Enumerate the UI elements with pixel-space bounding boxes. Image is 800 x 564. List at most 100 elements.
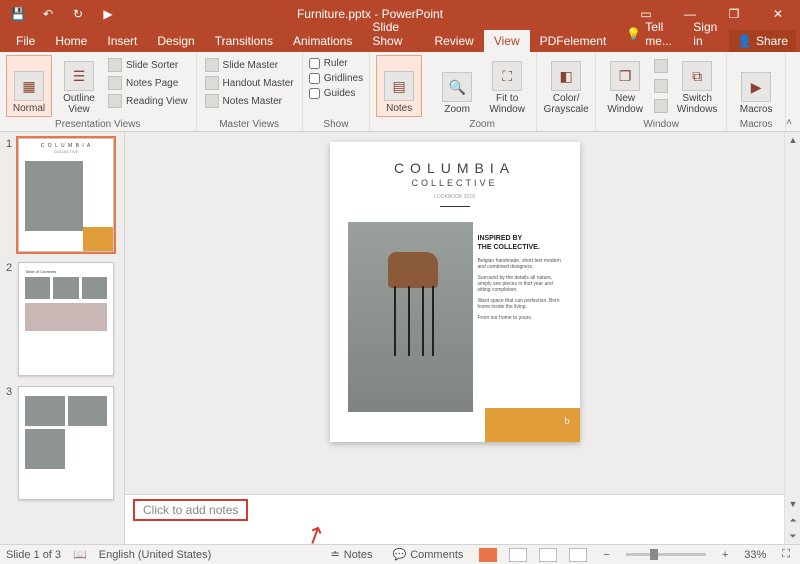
- move-split-button[interactable]: [652, 98, 670, 114]
- slide-thumbnails-pane[interactable]: 1 C O L U M B I ACOLLECTIVE 2 Table of C…: [0, 132, 125, 544]
- tab-home[interactable]: Home: [45, 30, 97, 52]
- cascade-button[interactable]: [652, 78, 670, 94]
- slide-master-button[interactable]: Slide Master: [203, 57, 296, 73]
- group-label: Presentation Views: [0, 119, 196, 130]
- new-window-button[interactable]: ❐New Window: [602, 55, 648, 117]
- tab-review[interactable]: Review: [424, 30, 483, 52]
- slide-thumbnail-3[interactable]: [18, 386, 114, 500]
- group-macros: ▶Macros Macros: [727, 52, 786, 131]
- tell-me-button[interactable]: 💡Tell me...: [616, 16, 683, 52]
- fit-window-icon: ⛶: [492, 61, 522, 91]
- group-zoom: 🔍Zoom ⛶Fit to Window Zoom: [428, 52, 537, 131]
- status-notes-button[interactable]: ≐Notes: [327, 548, 377, 561]
- collapse-ribbon-button[interactable]: ˄: [782, 115, 796, 129]
- tab-pdfelement[interactable]: PDFelement: [530, 30, 617, 52]
- notes-icon: ≐: [331, 548, 340, 561]
- slide-accent-band: [485, 408, 580, 442]
- share-icon: 👤: [737, 34, 752, 48]
- macros-button[interactable]: ▶Macros: [733, 55, 779, 117]
- color-grayscale-icon: ◧: [551, 61, 581, 91]
- group-label: Macros: [727, 119, 785, 130]
- fit-to-window-button[interactable]: ⛶Fit to Window: [484, 55, 530, 117]
- save-button[interactable]: 💾: [10, 6, 26, 22]
- zoom-in-button[interactable]: +: [718, 549, 732, 561]
- tab-insert[interactable]: Insert: [97, 30, 147, 52]
- redo-button[interactable]: ↻: [70, 6, 86, 22]
- reading-view-button[interactable]: Reading View: [106, 93, 190, 109]
- tab-animations[interactable]: Animations: [283, 30, 362, 52]
- reading-view-icon: [108, 94, 122, 108]
- normal-view-button[interactable]: ▦Normal: [6, 55, 52, 117]
- notes-placeholder[interactable]: Click to add notes: [133, 499, 248, 521]
- fit-to-window-status-button[interactable]: ⛶: [778, 548, 794, 561]
- vertical-scrollbar[interactable]: ▲ ▼ ⏶ ⏷: [784, 132, 800, 544]
- tab-view[interactable]: View: [484, 30, 530, 52]
- lightbulb-icon: 💡: [626, 27, 641, 41]
- start-from-beginning-button[interactable]: ▶: [100, 6, 116, 22]
- slide-lookbook: LOOKBOOK 2019: [330, 194, 580, 200]
- notes-master-icon: [205, 94, 219, 108]
- notes-pane[interactable]: Click to add notes ↗: [125, 494, 784, 544]
- ribbon-tabs: File Home Insert Design Transitions Anim…: [0, 28, 800, 52]
- group-master-views: Slide Master Handout Master Notes Master…: [197, 52, 303, 131]
- group-label: Master Views: [197, 119, 302, 130]
- current-slide[interactable]: COLUMBIA COLLECTIVE LOOKBOOK 2019 INSPIR…: [330, 142, 580, 442]
- zoom-button[interactable]: 🔍Zoom: [434, 55, 480, 117]
- reading-view-status-button[interactable]: [539, 548, 557, 562]
- spell-check-icon[interactable]: 📖: [73, 548, 87, 561]
- zoom-icon: 🔍: [442, 72, 472, 102]
- color-grayscale-button[interactable]: ◧Color/ Grayscale: [543, 55, 589, 117]
- slide-thumbnail-1[interactable]: C O L U M B I ACOLLECTIVE: [18, 138, 114, 252]
- tab-file[interactable]: File: [6, 30, 45, 52]
- handout-master-button[interactable]: Handout Master: [203, 75, 296, 91]
- thumb-number: 2: [6, 262, 14, 376]
- slide-sorter-button[interactable]: Slide Sorter: [106, 57, 190, 73]
- handout-master-icon: [205, 76, 219, 90]
- notes-toggle-button[interactable]: ▤Notes: [376, 55, 422, 117]
- guides-checkbox[interactable]: Guides: [309, 87, 363, 100]
- zoom-slider[interactable]: [626, 553, 706, 556]
- switch-windows-icon: ⧉: [682, 61, 712, 91]
- new-window-icon: ❐: [610, 61, 640, 91]
- undo-button[interactable]: ↶: [40, 6, 56, 22]
- zoom-out-button[interactable]: −: [599, 549, 613, 561]
- close-button[interactable]: ✕: [756, 0, 800, 28]
- tab-slideshow[interactable]: Slide Show: [362, 16, 424, 52]
- slide-sorter-icon: [108, 58, 122, 72]
- sign-in-button[interactable]: Sign in: [683, 16, 729, 52]
- slide-counter[interactable]: Slide 1 of 3: [6, 549, 61, 561]
- slideshow-status-button[interactable]: [569, 548, 587, 562]
- next-slide-button[interactable]: ⏷: [785, 528, 800, 544]
- normal-view-status-button[interactable]: [479, 548, 497, 562]
- slide-thumbnail-2[interactable]: Table of Contents: [18, 262, 114, 376]
- scroll-up-button[interactable]: ▲: [785, 132, 800, 148]
- switch-windows-button[interactable]: ⧉Switch Windows: [674, 55, 720, 117]
- tab-design[interactable]: Design: [147, 30, 204, 52]
- comments-icon: 💬: [393, 548, 407, 561]
- arrange-all-button[interactable]: [652, 58, 670, 74]
- group-show: Ruler Gridlines Guides Show: [303, 52, 370, 131]
- zoom-level[interactable]: 33%: [744, 549, 766, 561]
- notes-page-button[interactable]: Notes Page: [106, 75, 190, 91]
- tab-transitions[interactable]: Transitions: [205, 30, 283, 52]
- scroll-down-button[interactable]: ▼: [785, 496, 800, 512]
- slide-text-column: INSPIRED BYTHE COLLECTIVE. Belgian handm…: [478, 234, 566, 326]
- share-button[interactable]: 👤Share: [729, 30, 796, 52]
- divider: [440, 206, 470, 207]
- status-comments-button[interactable]: 💬Comments: [389, 548, 468, 561]
- editor-area: COLUMBIA COLLECTIVE LOOKBOOK 2019 INSPIR…: [125, 132, 784, 544]
- previous-slide-button[interactable]: ⏶: [785, 512, 800, 528]
- ruler-checkbox[interactable]: Ruler: [309, 57, 363, 70]
- slide-canvas[interactable]: COLUMBIA COLLECTIVE LOOKBOOK 2019 INSPIR…: [125, 132, 784, 494]
- outline-view-button[interactable]: ☰Outline View: [56, 55, 102, 117]
- arrange-all-icon: [654, 59, 668, 73]
- zoom-slider-knob[interactable]: [650, 549, 658, 560]
- slide-sorter-status-button[interactable]: [509, 548, 527, 562]
- gridlines-checkbox[interactable]: Gridlines: [309, 72, 363, 85]
- group-presentation-views: ▦Normal ☰Outline View Slide Sorter Notes…: [0, 52, 197, 131]
- slide-subtitle: COLLECTIVE: [330, 178, 580, 188]
- notes-icon: ▤: [384, 71, 414, 101]
- language-button[interactable]: English (United States): [99, 549, 212, 561]
- notes-master-button[interactable]: Notes Master: [203, 93, 296, 109]
- outline-view-icon: ☰: [64, 61, 94, 91]
